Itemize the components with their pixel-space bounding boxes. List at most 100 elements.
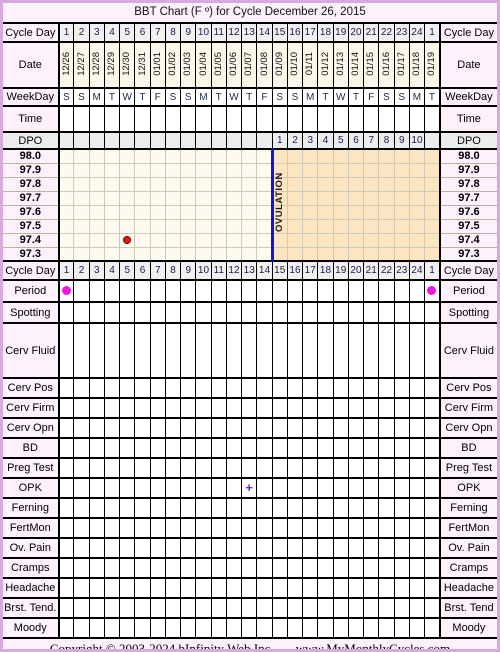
spotting-cell[interactable]	[379, 302, 394, 323]
period-cell[interactable]	[211, 280, 226, 302]
temp-grid-cell[interactable]	[409, 191, 424, 205]
cerv-firm-cell[interactable]	[59, 398, 74, 418]
opk-cell[interactable]	[257, 478, 272, 498]
cerv-fluid-cell[interactable]	[409, 323, 424, 378]
preg-test-cell[interactable]	[135, 458, 150, 478]
temp-grid-cell[interactable]	[89, 163, 104, 177]
preg-test-cell[interactable]	[425, 458, 440, 478]
bd-cell[interactable]	[409, 438, 424, 458]
headache-cell[interactable]	[150, 578, 165, 598]
cramps-cell[interactable]	[165, 558, 180, 578]
temp-grid-cell[interactable]	[59, 247, 74, 261]
temp-grid-cell[interactable]	[333, 177, 348, 191]
temp-grid-cell[interactable]	[287, 149, 302, 163]
temp-grid-cell[interactable]	[409, 247, 424, 261]
cerv-opn-cell[interactable]	[89, 418, 104, 438]
temp-grid-cell[interactable]	[59, 233, 74, 247]
spotting-cell[interactable]	[181, 302, 196, 323]
temp-grid-cell[interactable]	[135, 233, 150, 247]
ferning-cell[interactable]	[226, 498, 241, 518]
bd-cell[interactable]	[287, 438, 302, 458]
temp-grid-cell[interactable]	[74, 233, 89, 247]
temp-grid-cell[interactable]	[333, 163, 348, 177]
temp-grid-cell[interactable]	[226, 233, 241, 247]
cerv-fluid-cell[interactable]	[150, 323, 165, 378]
spotting-cell[interactable]	[74, 302, 89, 323]
cramps-cell[interactable]	[181, 558, 196, 578]
cerv-firm-cell[interactable]	[196, 398, 211, 418]
temp-grid-cell[interactable]	[348, 205, 363, 219]
temp-grid-cell[interactable]	[196, 205, 211, 219]
cerv-firm-cell[interactable]	[211, 398, 226, 418]
cerv-pos-cell[interactable]	[135, 378, 150, 398]
cerv-opn-cell[interactable]	[379, 418, 394, 438]
temp-grid-cell[interactable]	[242, 219, 257, 233]
temp-grid-cell[interactable]	[318, 149, 333, 163]
temp-grid-cell[interactable]	[196, 149, 211, 163]
cerv-fluid-cell[interactable]	[379, 323, 394, 378]
cerv-firm-cell[interactable]	[379, 398, 394, 418]
ov-pain-cell[interactable]	[211, 538, 226, 558]
bd-cell[interactable]	[242, 438, 257, 458]
temp-grid-cell[interactable]	[181, 233, 196, 247]
ferning-cell[interactable]	[211, 498, 226, 518]
temp-grid-cell[interactable]	[409, 177, 424, 191]
cerv-pos-cell[interactable]	[226, 378, 241, 398]
opk-cell[interactable]	[196, 478, 211, 498]
temp-grid-cell[interactable]	[318, 247, 333, 261]
temp-grid-cell[interactable]	[303, 149, 318, 163]
temp-grid-cell[interactable]	[348, 219, 363, 233]
period-cell[interactable]	[318, 280, 333, 302]
brst-tend-cell[interactable]	[135, 598, 150, 618]
preg-test-cell[interactable]	[272, 458, 287, 478]
period-cell[interactable]	[394, 280, 409, 302]
temp-grid-cell[interactable]	[181, 177, 196, 191]
cerv-opn-cell[interactable]	[165, 418, 180, 438]
temp-grid-cell[interactable]	[226, 219, 241, 233]
bd-cell[interactable]	[150, 438, 165, 458]
temp-grid-cell[interactable]	[303, 191, 318, 205]
temp-grid-cell[interactable]	[135, 205, 150, 219]
cramps-cell[interactable]	[257, 558, 272, 578]
temp-grid-cell[interactable]	[394, 149, 409, 163]
cramps-cell[interactable]	[303, 558, 318, 578]
spotting-cell[interactable]	[257, 302, 272, 323]
moody-cell[interactable]	[364, 618, 379, 638]
bd-cell[interactable]	[59, 438, 74, 458]
brst-tend-cell[interactable]	[181, 598, 196, 618]
temp-grid-cell[interactable]	[74, 163, 89, 177]
temp-grid-cell[interactable]	[211, 177, 226, 191]
opk-cell[interactable]	[348, 478, 363, 498]
bd-cell[interactable]	[135, 438, 150, 458]
cerv-firm-cell[interactable]	[287, 398, 302, 418]
opk-cell[interactable]	[379, 478, 394, 498]
ov-pain-cell[interactable]	[120, 538, 135, 558]
temp-grid-cell[interactable]	[425, 191, 440, 205]
temp-grid-cell[interactable]	[257, 219, 272, 233]
cerv-pos-cell[interactable]	[425, 378, 440, 398]
temp-grid-cell[interactable]	[165, 205, 180, 219]
period-cell[interactable]	[196, 280, 211, 302]
cerv-firm-cell[interactable]	[181, 398, 196, 418]
cramps-cell[interactable]	[120, 558, 135, 578]
opk-cell[interactable]	[181, 478, 196, 498]
spotting-cell[interactable]	[150, 302, 165, 323]
headache-cell[interactable]	[333, 578, 348, 598]
cerv-firm-cell[interactable]	[89, 398, 104, 418]
spotting-cell[interactable]	[303, 302, 318, 323]
ferning-cell[interactable]	[74, 498, 89, 518]
brst-tend-cell[interactable]	[104, 598, 119, 618]
temp-grid-cell[interactable]	[409, 233, 424, 247]
ov-pain-cell[interactable]	[165, 538, 180, 558]
spotting-cell[interactable]	[59, 302, 74, 323]
cerv-pos-cell[interactable]	[181, 378, 196, 398]
spotting-cell[interactable]	[226, 302, 241, 323]
moody-cell[interactable]	[135, 618, 150, 638]
cerv-firm-cell[interactable]	[425, 398, 440, 418]
temp-grid-cell[interactable]	[196, 219, 211, 233]
ferning-cell[interactable]	[150, 498, 165, 518]
headache-cell[interactable]	[135, 578, 150, 598]
temp-grid-cell[interactable]	[89, 247, 104, 261]
bd-cell[interactable]	[104, 438, 119, 458]
period-cell[interactable]	[272, 280, 287, 302]
